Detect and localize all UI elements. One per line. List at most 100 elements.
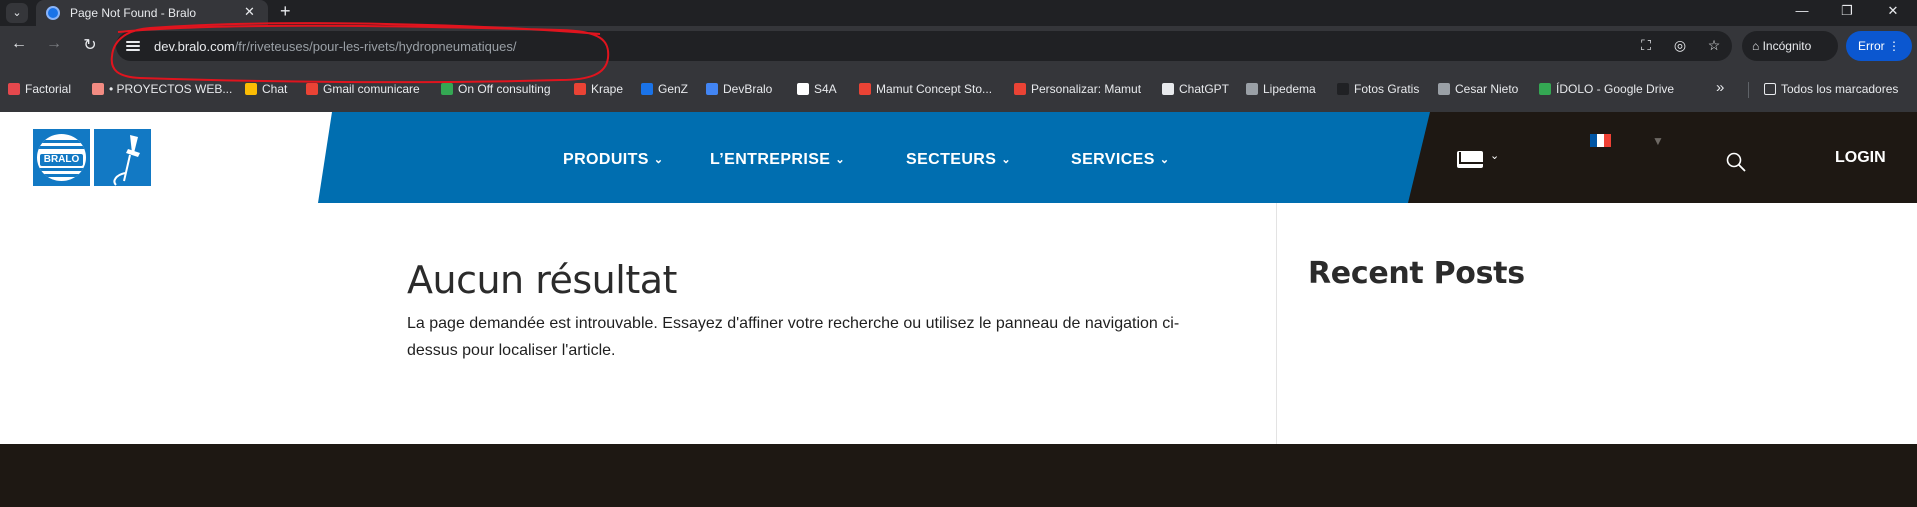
kebab-menu-icon: ⋮ <box>1888 39 1901 53</box>
tab-title: Page Not Found - Bralo <box>70 6 197 20</box>
nav-services[interactable]: SERVICES ⌄ <box>1071 151 1169 169</box>
bookmark-item[interactable]: Krape <box>574 82 623 96</box>
new-tab-button[interactable]: + <box>280 1 291 22</box>
bookmark-item[interactable]: • PROYECTOS WEB... <box>92 82 232 96</box>
bookmark-label: Krape <box>591 82 624 96</box>
chevron-down-icon: ⌄ <box>1159 154 1170 166</box>
bookmark-label: On Off consulting <box>458 82 551 96</box>
bookmark-favicon-icon <box>1014 83 1026 95</box>
bookmark-label: Fotos Gratis <box>1354 82 1420 96</box>
bookmark-item[interactable]: GenZ <box>641 82 688 96</box>
bookmark-item[interactable]: Fotos Gratis <box>1337 82 1419 96</box>
bookmark-item[interactable]: On Off consulting <box>441 82 551 96</box>
bookmark-favicon-icon <box>8 83 20 95</box>
incognito-icon: ⌂ <box>1752 39 1763 53</box>
url-host: dev.bralo.com <box>154 39 235 54</box>
translate-icon[interactable]: ⛶ <box>1636 37 1656 54</box>
sidebar-divider <box>1276 203 1277 444</box>
bookmark-label: Mamut Concept Sto... <box>876 82 993 96</box>
all-bookmarks-button[interactable]: Todos los marcadores <box>1764 82 1898 96</box>
main-nav-band <box>318 112 1430 203</box>
more-bookmarks-button[interactable]: » <box>1716 79 1724 96</box>
bookmark-favicon-icon <box>574 83 586 95</box>
all-bookmarks-label: Todos los marcadores <box>1781 82 1899 96</box>
restore-icon[interactable]: ❐ <box>1832 3 1862 19</box>
browser-toolbar: ← → ↻ dev.bralo.com/fr/riveteuses/pour-l… <box>0 26 1917 66</box>
window-close-icon[interactable]: ✕ <box>1878 3 1908 19</box>
tab-search-icon[interactable]: ⌄ <box>6 3 28 23</box>
bookmark-item[interactable]: Mamut Concept Sto... <box>859 82 992 96</box>
folder-icon <box>1764 83 1776 95</box>
rivet-icon <box>113 135 140 186</box>
bookmark-item[interactable]: Chat <box>245 82 287 96</box>
bralo-logo[interactable]: BRALO <box>33 129 90 186</box>
browser-tab-strip: ⌄ Page Not Found - Bralo ✕ + — ❐ ✕ <box>0 0 1917 26</box>
nav-secteurs[interactable]: SECTEURS ⌄ <box>906 151 1011 169</box>
flag-stripe-white <box>1597 134 1604 147</box>
bookmark-favicon-icon <box>92 83 104 95</box>
bookmark-label: Chat <box>262 82 288 96</box>
bookmark-item[interactable]: S4A <box>797 82 837 96</box>
error-label: Error <box>1858 39 1885 53</box>
bookmarks-bar: » Todos los marcadores Factorial • PROYEC… <box>0 66 1917 112</box>
globe-icon <box>46 6 60 20</box>
nav-produits[interactable]: PRODUITS ⌄ <box>563 151 664 169</box>
bookmark-favicon-icon <box>1539 83 1551 95</box>
bookmark-label: S4A <box>814 82 837 96</box>
incognito-indicator[interactable]: ⌂ Incógnito <box>1742 31 1838 61</box>
eye-off-icon[interactable]: ◎ <box>1670 37 1690 54</box>
chevron-down-icon: ⌄ <box>1001 154 1011 166</box>
bookmark-favicon-icon <box>306 83 318 95</box>
bookmark-item[interactable]: Lipedema <box>1246 82 1316 96</box>
bookmark-label: Factorial <box>25 82 72 96</box>
bookmark-item[interactable]: Gmail comunicare <box>306 82 420 96</box>
chevron-down-icon: ⌄ <box>653 154 664 166</box>
login-link[interactable]: LOGIN <box>1835 149 1886 167</box>
bookmark-favicon-icon <box>245 83 257 95</box>
profile-error-button[interactable]: Error ⋮ <box>1846 31 1912 61</box>
not-found-message: La page demandée est introuvable. Essaye… <box>407 315 1180 359</box>
bookmark-item[interactable]: ÍDOLO - Google Drive <box>1539 82 1674 96</box>
bookmark-label: ChatGPT <box>1179 82 1230 96</box>
bookmark-item[interactable]: Factorial <box>8 82 71 96</box>
forward-icon[interactable]: → <box>44 35 64 53</box>
language-caret-icon[interactable]: ▼ <box>1652 134 1664 148</box>
back-icon[interactable]: ← <box>9 35 29 53</box>
url-text[interactable]: dev.bralo.com/fr/riveteuses/pour-les-riv… <box>154 39 516 54</box>
nav-secteurs-label: SECTEURS <box>906 151 997 168</box>
nav-entreprise-label: L’ENTREPRISE <box>710 151 831 168</box>
rivet-logo-icon[interactable] <box>94 129 151 186</box>
mail-chevron-icon[interactable]: ⌄ <box>1490 149 1499 162</box>
bookmark-item[interactable]: Personalizar: Mamut <box>1014 82 1141 96</box>
bookmark-favicon-icon <box>859 83 871 95</box>
bookmark-item[interactable]: Cesar Nieto <box>1438 82 1518 96</box>
bookmark-label: GenZ <box>658 82 689 96</box>
bookmark-label: Cesar Nieto <box>1455 82 1519 96</box>
site-footer <box>0 444 1917 507</box>
incognito-label: Incógnito <box>1762 39 1812 53</box>
address-bar[interactable]: dev.bralo.com/fr/riveteuses/pour-les-riv… <box>116 31 1732 61</box>
reload-icon[interactable]: ↻ <box>80 35 100 55</box>
bookmark-label: Personalizar: Mamut <box>1031 82 1142 96</box>
nav-entreprise[interactable]: L’ENTREPRISE ⌄ <box>710 151 845 169</box>
recent-posts-title: Recent Posts <box>1308 256 1525 291</box>
bookmark-item[interactable]: ChatGPT <box>1162 82 1229 96</box>
mail-icon[interactable] <box>1457 151 1483 168</box>
bookmark-favicon-icon <box>797 83 809 95</box>
search-icon[interactable] <box>1726 152 1746 172</box>
bookmark-favicon-icon <box>1246 83 1258 95</box>
bookmark-favicon-icon <box>706 83 718 95</box>
url-path: /fr/riveteuses/pour-les-rivets/hydropneu… <box>234 39 517 54</box>
site-info-icon[interactable] <box>126 39 140 53</box>
browser-tab[interactable]: Page Not Found - Bralo ✕ <box>36 0 268 26</box>
french-flag-icon[interactable] <box>1590 134 1611 147</box>
close-icon[interactable]: ✕ <box>244 4 255 20</box>
bookmark-label: ÍDOLO - Google Drive <box>1556 82 1675 96</box>
minimize-icon[interactable]: — <box>1787 3 1817 18</box>
page-title: Aucun résultat <box>407 258 677 302</box>
bookmark-favicon-icon <box>1438 83 1450 95</box>
bookmark-item[interactable]: DevBralo <box>706 82 772 96</box>
star-icon[interactable]: ☆ <box>1704 37 1724 54</box>
nav-produits-label: PRODUITS <box>563 151 649 168</box>
bookmark-label: DevBralo <box>723 82 773 96</box>
